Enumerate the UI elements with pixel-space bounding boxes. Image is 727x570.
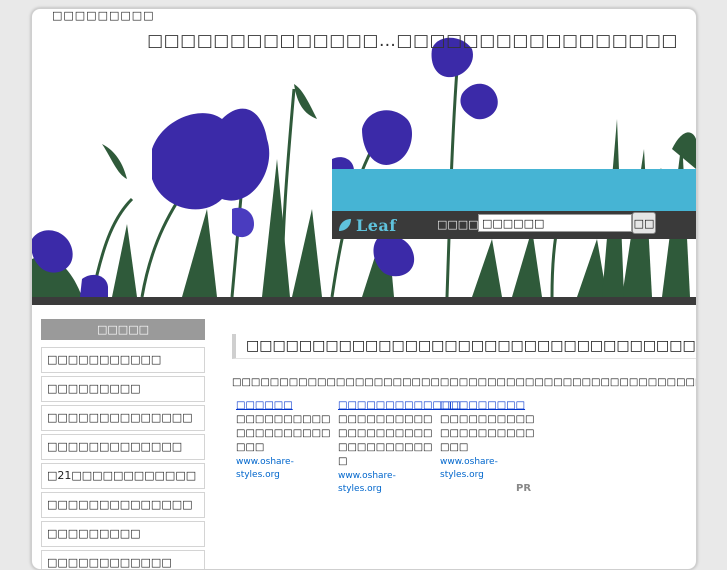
- site-title[interactable]: □□□□□□□□□□□□□□…□□□□□□□□□□□□□□□□□: [147, 31, 678, 51]
- sidebar-item[interactable]: □□□□□□□□□: [41, 376, 205, 402]
- article-title[interactable]: □□□□□□□□□□□□□□□□□□□□□□□□□□□□□□□□□□□□□□: [232, 334, 696, 359]
- sidebar-item[interactable]: □□□□□□□□□□□□: [41, 550, 205, 569]
- ad-title[interactable]: □□□□□□: [236, 399, 334, 413]
- ad-text: □□□□□□□□□□□□□□□□□□□□□□□: [236, 414, 331, 453]
- sidebar-item[interactable]: □□□□□□□□□□□□□: [41, 434, 205, 460]
- ad-unit: □□□□□□□□□□□□□ □□□□□□□□□□□□□□□□□□□□□□□□□□…: [338, 399, 461, 496]
- sidebar: □□□□□ □□□□□□□□□□□ □□□□□□□□□ □□□□□□□□□□□□…: [41, 319, 205, 569]
- sidebar-item[interactable]: □□□□□□□□□□□□□□: [41, 405, 205, 431]
- search-input[interactable]: [478, 214, 632, 232]
- pr-label: PR: [516, 483, 532, 494]
- ad-block: □□□□□□ □□□□□□□□□□□□□□□□□□□□□□□ www.oshar…: [232, 399, 696, 499]
- ad-url[interactable]: www.oshare-styles.org: [236, 456, 334, 482]
- leaf-logo[interactable]: Leaf: [338, 215, 397, 235]
- header-divider: [32, 297, 696, 305]
- ad-title[interactable]: □□□□□□□□□: [440, 399, 538, 413]
- ad-url[interactable]: www.oshare-styles.org: [338, 470, 436, 496]
- accent-band: [332, 169, 696, 211]
- leaf-icon: [339, 219, 351, 231]
- sidebar-item[interactable]: □□□□□□□□□□□: [41, 347, 205, 373]
- ad-title[interactable]: □□□□□□□□□□□□□: [338, 399, 461, 413]
- search-bar: Leaf □□□□□ □□: [332, 211, 696, 239]
- header-hero-image: [32, 9, 696, 297]
- site-description: □□□□□□□□□: [52, 9, 155, 22]
- article-body: □□□□□□□□□□□□□□□□□□□□□□□□□□□□□□□□□□□□□□□□…: [232, 377, 696, 388]
- main-content: □□□□□□□□□□□□□□□□□□□□□□□□□□□□□□□□□□ □□□□ □…: [232, 334, 696, 499]
- sidebar-heading: □□□□□: [41, 319, 205, 340]
- ad-url[interactable]: www.oshare-styles.org: [440, 456, 538, 482]
- ad-unit: □□□□□□□□□ □□□□□□□□□□□□□□□□□□□□□□□ www.os…: [440, 399, 538, 482]
- sidebar-item[interactable]: □21□□□□□□□□□□□□: [41, 463, 205, 489]
- logo-text: Leaf: [356, 215, 397, 235]
- flower-illustration: [32, 37, 696, 297]
- sidebar-item[interactable]: □□□□□□□□□□□□□□: [41, 492, 205, 518]
- ad-text: □□□□□□□□□□□□□□□□□□□□□□□□□□□□□□□: [338, 414, 433, 467]
- search-button[interactable]: □□: [632, 212, 656, 234]
- sidebar-item[interactable]: □□□□□□□□□: [41, 521, 205, 547]
- page-container: □□□□□□□□□ □□□□□□□□□□□□□□…□□□□□□□□□□□□□□□…: [31, 8, 697, 570]
- ad-unit: □□□□□□ □□□□□□□□□□□□□□□□□□□□□□□ www.oshar…: [236, 399, 334, 482]
- ad-text: □□□□□□□□□□□□□□□□□□□□□□□: [440, 414, 535, 453]
